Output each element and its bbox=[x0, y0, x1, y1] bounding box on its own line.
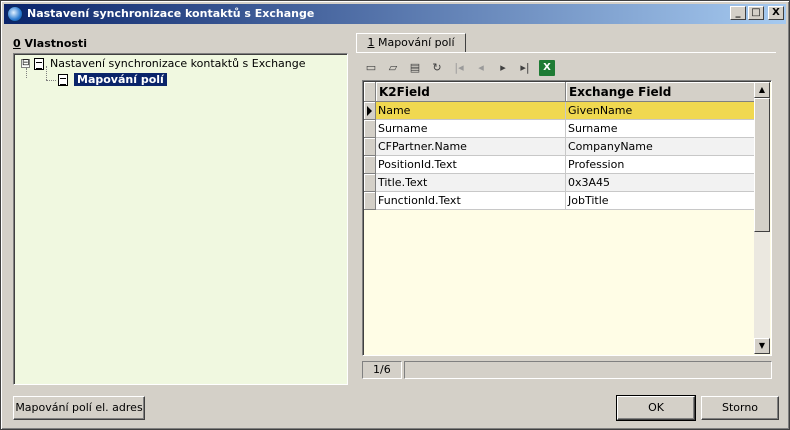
refresh-icon[interactable]: ↻ bbox=[429, 60, 445, 76]
cancel-button[interactable]: Storno bbox=[701, 396, 779, 420]
grid-header: K2Field Exchange Field bbox=[364, 82, 755, 102]
window-title: Nastavení synchronizace kontaktů s Excha… bbox=[27, 7, 315, 20]
cell-k2field[interactable]: PositionId.Text bbox=[376, 156, 566, 174]
last-record-icon[interactable]: ▸| bbox=[517, 60, 533, 76]
cell-k2field[interactable]: FunctionId.Text bbox=[376, 192, 566, 210]
cell-k2field[interactable]: Surname bbox=[376, 120, 566, 138]
properties-label: 0 Vlastnosti bbox=[13, 37, 87, 50]
properties-tree[interactable]: ⊟ Nastavení synchronizace kontaktů s Exc… bbox=[13, 53, 348, 385]
row-indicator[interactable] bbox=[364, 156, 376, 174]
row-indicator[interactable] bbox=[364, 102, 376, 120]
cell-exchange-field[interactable]: JobTitle bbox=[566, 192, 755, 210]
cell-exchange-field[interactable]: CompanyName bbox=[566, 138, 755, 156]
scroll-up-icon[interactable]: ▲ bbox=[754, 82, 770, 98]
row-indicator[interactable] bbox=[364, 138, 376, 156]
tree-node-field-mapping-label: Mapování polí bbox=[74, 73, 167, 86]
field-mapping-grid[interactable]: K2Field Exchange Field Name GivenName Surn… bbox=[362, 80, 772, 356]
document-icon bbox=[58, 73, 68, 86]
app-icon bbox=[7, 6, 23, 22]
tree-node-root[interactable]: ⊟ Nastavení synchronizace kontaktů s Exc… bbox=[21, 57, 306, 70]
column-header-exchange-field[interactable]: Exchange Field bbox=[566, 82, 755, 102]
new-icon[interactable]: ▭ bbox=[363, 60, 379, 76]
table-row[interactable]: CFPartner.Name CompanyName bbox=[364, 138, 755, 156]
minimize-button[interactable]: _ bbox=[730, 6, 746, 20]
cell-k2field[interactable]: Name bbox=[376, 102, 566, 120]
grid-toolbar: ▭ ▱ ▤ ↻ |◂ ◂ ▸ ▸| X bbox=[363, 59, 555, 77]
open-icon[interactable]: ▱ bbox=[385, 60, 401, 76]
close-button[interactable]: X bbox=[768, 6, 784, 20]
table-row[interactable]: Surname Surname bbox=[364, 120, 755, 138]
dialog-window: Nastavení synchronizace kontaktů s Excha… bbox=[0, 0, 790, 430]
tree-node-field-mapping[interactable]: Mapování polí bbox=[58, 73, 167, 86]
row-indicator[interactable] bbox=[364, 174, 376, 192]
grid-status-bar: 1/6 bbox=[362, 361, 772, 379]
title-bar[interactable]: Nastavení synchronizace kontaktů s Excha… bbox=[4, 4, 786, 24]
tab-divider bbox=[356, 52, 776, 53]
cell-exchange-field[interactable]: 0x3A45 bbox=[566, 174, 755, 192]
scroll-thumb[interactable] bbox=[754, 98, 770, 232]
row-indicator[interactable] bbox=[364, 192, 376, 210]
first-record-icon[interactable]: |◂ bbox=[451, 60, 467, 76]
document-icon bbox=[34, 57, 44, 70]
cell-exchange-field[interactable]: Surname bbox=[566, 120, 755, 138]
delete-icon[interactable]: ▤ bbox=[407, 60, 423, 76]
column-header-k2field[interactable]: K2Field bbox=[376, 82, 566, 102]
cell-k2field[interactable]: Title.Text bbox=[376, 174, 566, 192]
record-position: 1/6 bbox=[362, 361, 402, 379]
cell-k2field[interactable]: CFPartner.Name bbox=[376, 138, 566, 156]
status-filler bbox=[404, 361, 772, 379]
next-record-icon[interactable]: ▸ bbox=[495, 60, 511, 76]
prev-record-icon[interactable]: ◂ bbox=[473, 60, 489, 76]
cell-exchange-field[interactable]: GivenName bbox=[566, 102, 755, 120]
tab-field-mapping[interactable]: 1 Mapování polí bbox=[356, 33, 466, 53]
email-mapping-button[interactable]: Mapování polí el. adres bbox=[13, 396, 145, 420]
maximize-button[interactable]: □ bbox=[748, 6, 764, 20]
row-indicator[interactable] bbox=[364, 120, 376, 138]
grid-rows: Name GivenName Surname Surname CFPartner.Nam… bbox=[364, 102, 755, 210]
cell-exchange-field[interactable]: Profession bbox=[566, 156, 755, 174]
table-row[interactable]: FunctionId.Text JobTitle bbox=[364, 192, 755, 210]
tree-node-root-label: Nastavení synchronizace kontaktů s Excha… bbox=[50, 57, 306, 70]
ok-button[interactable]: OK bbox=[616, 395, 696, 421]
table-row[interactable]: PositionId.Text Profession bbox=[364, 156, 755, 174]
excel-export-icon[interactable]: X bbox=[539, 60, 555, 76]
collapse-icon[interactable]: ⊟ bbox=[21, 59, 30, 68]
header-corner bbox=[364, 82, 376, 102]
vertical-scrollbar[interactable]: ▲ ▼ bbox=[754, 82, 770, 354]
table-row[interactable]: Name GivenName bbox=[364, 102, 755, 120]
table-row[interactable]: Title.Text 0x3A45 bbox=[364, 174, 755, 192]
scroll-down-icon[interactable]: ▼ bbox=[754, 338, 770, 354]
